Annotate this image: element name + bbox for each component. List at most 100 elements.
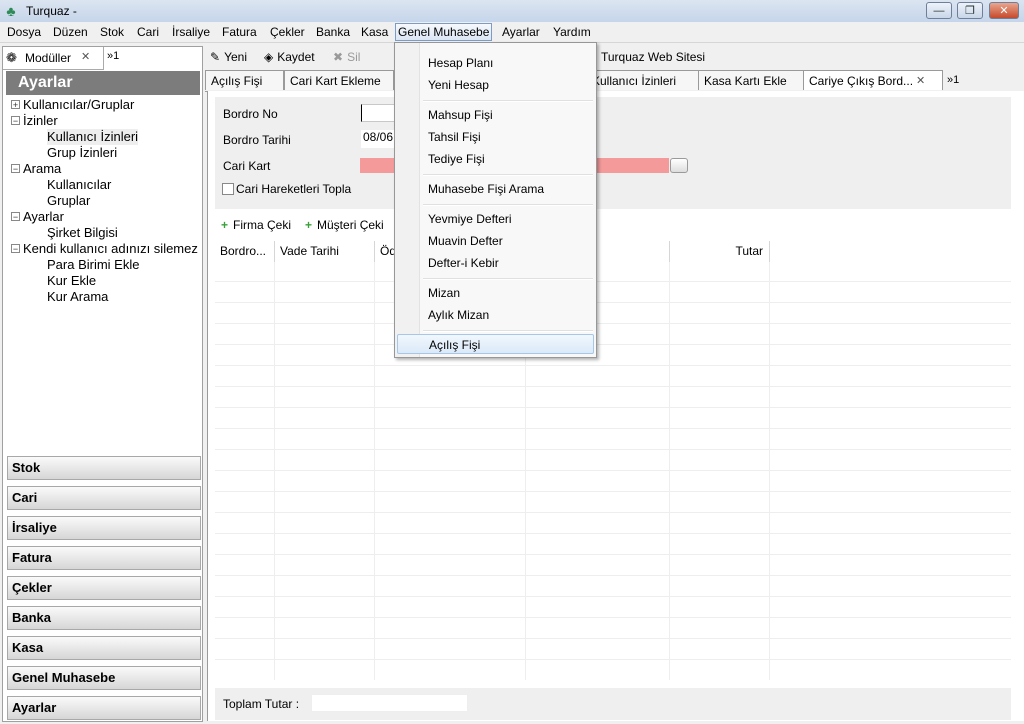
- column-header-vade-tarihi[interactable]: Vade Tarihi: [275, 241, 375, 262]
- cari-kart-input-continued[interactable]: [597, 158, 669, 173]
- table-row: [215, 281, 1011, 282]
- menu-genel-muhasebe[interactable]: Genel Muhasebe: [395, 23, 493, 41]
- menu-item-muavin-defter[interactable]: Muavin Defter: [397, 231, 594, 251]
- menu-duzen[interactable]: Düzen: [51, 24, 90, 40]
- tree-item-gruplar[interactable]: Gruplar: [47, 193, 90, 209]
- musteri-ceki-button[interactable]: + Müşteri Çeki: [305, 218, 384, 232]
- menu-item-muhasebe-fisi-arama[interactable]: Muhasebe Fişi Arama: [397, 179, 594, 199]
- menu-cari[interactable]: Cari: [135, 24, 161, 40]
- table-row: [215, 533, 1011, 534]
- tab-kasa-karti-ekle[interactable]: Kasa Kartı Ekle: [698, 70, 804, 90]
- cheque-table-header: Bordro... Vade Tarihi Öd Tutar: [215, 241, 1011, 263]
- menu-stok[interactable]: Stok: [98, 24, 126, 40]
- menu-kasa[interactable]: Kasa: [359, 24, 390, 40]
- save-button-label: Kaydet: [277, 50, 315, 64]
- menu-yardim[interactable]: Yardım: [551, 24, 593, 40]
- table-row: [215, 386, 1011, 387]
- category-fatura[interactable]: Fatura: [7, 546, 201, 570]
- collapse-icon[interactable]: −: [11, 212, 20, 222]
- menu-fatura[interactable]: Fatura: [220, 24, 259, 40]
- category-stok[interactable]: Stok: [7, 456, 201, 480]
- tab-label: Cariye Çıkış Bord...: [809, 74, 914, 88]
- category-banka[interactable]: Banka: [7, 606, 201, 630]
- menu-separator: [423, 278, 593, 280]
- tab-kullanici-izinleri[interactable]: Kullanıcı İzinleri: [595, 70, 699, 90]
- toplam-tutar-value: [311, 694, 468, 712]
- delete-button[interactable]: ✖ Sil: [333, 50, 360, 64]
- tree-item-kullanici-izinleri[interactable]: Kullanıcı İzinleri: [47, 129, 139, 145]
- menu-item-mizan[interactable]: Mizan: [397, 283, 594, 303]
- menu-irsaliye[interactable]: İrsaliye: [170, 24, 212, 40]
- category-irsaliye[interactable]: İrsaliye: [7, 516, 201, 540]
- close-icon[interactable]: ✕: [916, 71, 925, 90]
- menu-item-yeni-hesap[interactable]: Yeni Hesap: [397, 75, 594, 95]
- collapse-icon[interactable]: −: [11, 116, 20, 126]
- firma-ceki-button[interactable]: + Firma Çeki: [221, 218, 291, 232]
- new-button[interactable]: ✎ Yeni: [210, 50, 247, 64]
- modules-panel: ❁ Modüller ✕ »1 Ayarlar + Kullanıcılar/Gr…: [2, 46, 203, 722]
- table-row: [215, 407, 1011, 408]
- menu-item-tahsil-fisi[interactable]: Tahsil Fişi: [397, 127, 594, 147]
- tab-moduller[interactable]: ❁ Modüller ✕: [3, 47, 104, 70]
- close-button[interactable]: ✕: [989, 2, 1019, 19]
- column-header-tutar[interactable]: Tutar: [670, 241, 770, 262]
- table-row: [215, 659, 1011, 660]
- bordro-tarihi-label: Bordro Tarihi: [223, 133, 291, 147]
- menu-dosya[interactable]: Dosya: [5, 24, 43, 40]
- menu-separator: [423, 204, 593, 206]
- column-header-bordro[interactable]: Bordro...: [215, 241, 275, 262]
- menu-item-acilis-fisi[interactable]: Açılış Fişi: [397, 334, 594, 354]
- menu-item-aylik-mizan[interactable]: Aylık Mizan: [397, 305, 594, 325]
- menu-cekler[interactable]: Çekler: [268, 24, 307, 40]
- expand-icon[interactable]: +: [11, 100, 20, 110]
- save-button[interactable]: ◈ Kaydet: [264, 50, 315, 64]
- category-kasa[interactable]: Kasa: [7, 636, 201, 660]
- menu-item-mahsup-fisi[interactable]: Mahsup Fişi: [397, 105, 594, 125]
- close-icon[interactable]: ✕: [81, 50, 90, 63]
- maximize-button[interactable]: ❐: [957, 2, 983, 19]
- category-genel-muhasebe[interactable]: Genel Muhasebe: [7, 666, 201, 690]
- category-cari[interactable]: Cari: [7, 486, 201, 510]
- save-icon: ◈: [264, 50, 274, 64]
- tab-overflow-button[interactable]: »1: [943, 70, 963, 90]
- cari-kart-browse-button[interactable]: [670, 158, 688, 173]
- tree-item-sirket-bilgisi[interactable]: Şirket Bilgisi: [47, 225, 118, 241]
- collapse-icon[interactable]: −: [11, 164, 20, 174]
- delete-button-label: Sil: [347, 50, 361, 64]
- tree-item-para-birimi-ekle[interactable]: Para Birimi Ekle: [47, 257, 139, 273]
- cari-hareketleri-topla-label: Cari Hareketleri Topla: [236, 182, 352, 196]
- tree-item-izinler[interactable]: − İzinler: [11, 113, 58, 129]
- tree-item-kur-ekle[interactable]: Kur Ekle: [47, 273, 96, 289]
- website-button[interactable]: Turquaz Web Sitesi: [601, 50, 705, 64]
- tab-cariye-cikis-bordrosu[interactable]: Cariye Çıkış Bord... ✕: [803, 70, 943, 90]
- menu-item-tediye-fisi[interactable]: Tediye Fişi: [397, 149, 594, 169]
- tree-item-kur-arama[interactable]: Kur Arama: [47, 289, 108, 305]
- tab-acilis-fisi[interactable]: Açılış Fişi: [205, 70, 284, 90]
- tree-item-kendi-kullanici[interactable]: − Kendi kullanıcı adınızı silemez: [11, 241, 201, 257]
- tab-overflow-button[interactable]: »1: [107, 50, 119, 62]
- tree-item-kullanicilar-gruplar[interactable]: + Kullanıcılar/Gruplar: [11, 97, 134, 113]
- bordro-no-label: Bordro No: [223, 107, 278, 121]
- new-document-icon: ✎: [210, 50, 221, 64]
- tree-item-ayarlar[interactable]: − Ayarlar: [11, 209, 64, 225]
- collapse-icon[interactable]: −: [11, 244, 20, 254]
- toolbar: ✎ Yeni ◈ Kaydet ✖ Sil Turquaz Web Sitesi: [205, 46, 1024, 70]
- menu-banka[interactable]: Banka: [314, 24, 352, 40]
- menu-item-hesap-plani[interactable]: Hesap Planı: [397, 53, 594, 73]
- category-ayarlar[interactable]: Ayarlar: [7, 696, 201, 720]
- tree-item-grup-izinleri[interactable]: Grup İzinleri: [47, 145, 117, 161]
- tree-item-arama[interactable]: − Arama: [11, 161, 61, 177]
- musteri-ceki-label: Müşteri Çeki: [317, 218, 384, 232]
- add-icon: +: [221, 218, 229, 232]
- cheque-table-body: [215, 262, 1011, 680]
- table-row: [215, 512, 1011, 513]
- tree-item-kullanicilar[interactable]: Kullanıcılar: [47, 177, 111, 193]
- menu-ayarlar[interactable]: Ayarlar: [500, 24, 542, 40]
- category-cekler[interactable]: Çekler: [7, 576, 201, 600]
- table-row: [215, 302, 1011, 303]
- cari-hareketleri-topla-checkbox[interactable]: [222, 183, 234, 195]
- menu-item-yevmiye-defteri[interactable]: Yevmiye Defteri: [397, 209, 594, 229]
- minimize-button[interactable]: —: [926, 2, 952, 19]
- menu-item-defter-i-kebir[interactable]: Defter-i Kebir: [397, 253, 594, 273]
- tab-cari-kart-ekleme[interactable]: Cari Kart Ekleme: [284, 70, 394, 90]
